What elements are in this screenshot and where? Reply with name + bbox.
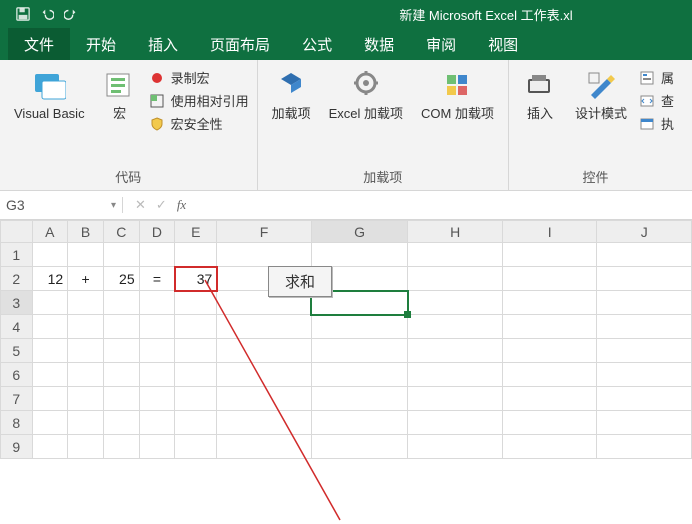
group-addins: 加载项 Excel 加载项 COM 加载项 加载项 xyxy=(258,60,509,190)
fx-icon[interactable]: fx xyxy=(177,197,186,213)
title-bar: 新建 Microsoft Excel 工作表.xl xyxy=(0,0,692,28)
cell[interactable]: + xyxy=(68,267,104,291)
macros-label: 宏 xyxy=(113,106,126,122)
name-box-value: G3 xyxy=(6,197,25,213)
insert-control-button[interactable]: 插入 xyxy=(517,64,563,126)
group-controls: 插入 设计模式 属 查 执 xyxy=(509,60,682,190)
col-header[interactable]: J xyxy=(597,221,692,243)
ribbon-tabs: 文件 开始 插入 页面布局 公式 数据 审阅 视图 xyxy=(0,28,692,60)
enter-icon[interactable]: ✓ xyxy=(156,197,167,213)
macro-security-button[interactable]: 宏安全性 xyxy=(149,114,249,133)
tab-home[interactable]: 开始 xyxy=(70,28,132,60)
excel-addins-icon xyxy=(349,68,383,102)
cell-result[interactable]: 37 xyxy=(175,267,217,291)
col-header[interactable]: I xyxy=(502,221,597,243)
record-icon xyxy=(149,70,165,86)
tab-insert[interactable]: 插入 xyxy=(132,28,194,60)
properties-button[interactable]: 属 xyxy=(639,68,674,87)
macros-icon xyxy=(103,68,137,102)
tab-file[interactable]: 文件 xyxy=(8,28,70,60)
cell[interactable]: 12 xyxy=(32,267,68,291)
tab-layout[interactable]: 页面布局 xyxy=(194,28,286,60)
group-code: Visual Basic 宏 录制宏 使用相对引用 xyxy=(0,60,258,190)
vb-icon xyxy=(32,68,66,102)
quick-access-toolbar xyxy=(0,7,78,21)
row-header[interactable]: 2 xyxy=(1,267,33,291)
cancel-icon[interactable]: ✕ xyxy=(135,197,146,213)
save-icon[interactable] xyxy=(16,7,30,21)
security-icon xyxy=(149,116,165,132)
tab-data[interactable]: 数据 xyxy=(348,28,410,60)
com-addins-icon xyxy=(440,68,474,102)
select-all-corner[interactable] xyxy=(1,221,33,243)
col-header[interactable]: G xyxy=(311,221,408,243)
formula-bar: G3 ▾ ✕ ✓ fx xyxy=(0,191,692,220)
relative-icon xyxy=(149,93,165,109)
record-macro-button[interactable]: 录制宏 xyxy=(149,68,249,87)
insert-control-label: 插入 xyxy=(527,106,553,122)
properties-icon xyxy=(639,70,655,86)
col-header[interactable]: A xyxy=(32,221,68,243)
rundlg-label: 执 xyxy=(661,114,674,133)
row-header[interactable]: 7 xyxy=(1,387,33,411)
com-addins-button[interactable]: COM 加载项 xyxy=(415,64,500,126)
col-header[interactable]: E xyxy=(175,221,217,243)
addins-button[interactable]: 加载项 xyxy=(266,64,317,126)
run-dialog-button[interactable]: 执 xyxy=(639,114,674,133)
design-icon xyxy=(584,68,618,102)
name-box[interactable]: G3 ▾ xyxy=(0,197,123,213)
excel-addins-label: Excel 加载项 xyxy=(329,106,403,122)
rundlg-icon xyxy=(639,116,655,132)
group-code-label: 代码 xyxy=(8,165,249,188)
vb-label: Visual Basic xyxy=(14,106,85,122)
row-header[interactable]: 3 xyxy=(1,291,33,315)
redo-icon[interactable] xyxy=(64,7,78,21)
addins-icon xyxy=(274,68,308,102)
cell[interactable]: = xyxy=(139,267,175,291)
chevron-down-icon[interactable]: ▾ xyxy=(111,200,116,211)
relative-label: 使用相对引用 xyxy=(171,91,249,110)
visual-basic-button[interactable]: Visual Basic xyxy=(8,64,91,126)
com-addins-label: COM 加载项 xyxy=(421,106,494,122)
tab-review[interactable]: 审阅 xyxy=(410,28,472,60)
properties-label: 属 xyxy=(661,68,674,87)
relative-ref-button[interactable]: 使用相对引用 xyxy=(149,91,249,110)
col-header[interactable]: B xyxy=(68,221,104,243)
row-header[interactable]: 9 xyxy=(1,435,33,459)
viewcode-icon xyxy=(639,93,655,109)
worksheet-grid[interactable]: A B C D E F G H I J 1 2 12 + 2 xyxy=(0,220,692,524)
group-addins-label: 加载项 xyxy=(266,165,500,188)
row-header[interactable]: 8 xyxy=(1,411,33,435)
col-header[interactable]: D xyxy=(139,221,175,243)
viewcode-label: 查 xyxy=(661,91,674,110)
design-mode-button[interactable]: 设计模式 xyxy=(569,64,633,126)
view-code-button[interactable]: 查 xyxy=(639,91,674,110)
sum-button[interactable]: 求和 xyxy=(268,266,332,297)
undo-icon[interactable] xyxy=(40,7,54,21)
col-header[interactable]: C xyxy=(103,221,139,243)
row-header[interactable]: 4 xyxy=(1,315,33,339)
window-title: 新建 Microsoft Excel 工作表.xl xyxy=(0,5,692,24)
tab-formulas[interactable]: 公式 xyxy=(286,28,348,60)
ribbon: Visual Basic 宏 录制宏 使用相对引用 xyxy=(0,60,692,191)
row-header[interactable]: 1 xyxy=(1,243,33,267)
col-header[interactable]: H xyxy=(408,221,503,243)
security-label: 宏安全性 xyxy=(171,114,223,133)
macros-button[interactable]: 宏 xyxy=(97,64,143,126)
insert-control-icon xyxy=(523,68,557,102)
cell[interactable]: 25 xyxy=(103,267,139,291)
design-label: 设计模式 xyxy=(575,106,627,122)
record-label: 录制宏 xyxy=(171,68,210,87)
col-header[interactable]: F xyxy=(217,221,312,243)
group-controls-label: 控件 xyxy=(517,165,674,188)
tab-view[interactable]: 视图 xyxy=(472,28,534,60)
row-header[interactable]: 5 xyxy=(1,339,33,363)
excel-addins-button[interactable]: Excel 加载项 xyxy=(323,64,409,126)
addins-label: 加载项 xyxy=(272,106,311,122)
row-header[interactable]: 6 xyxy=(1,363,33,387)
